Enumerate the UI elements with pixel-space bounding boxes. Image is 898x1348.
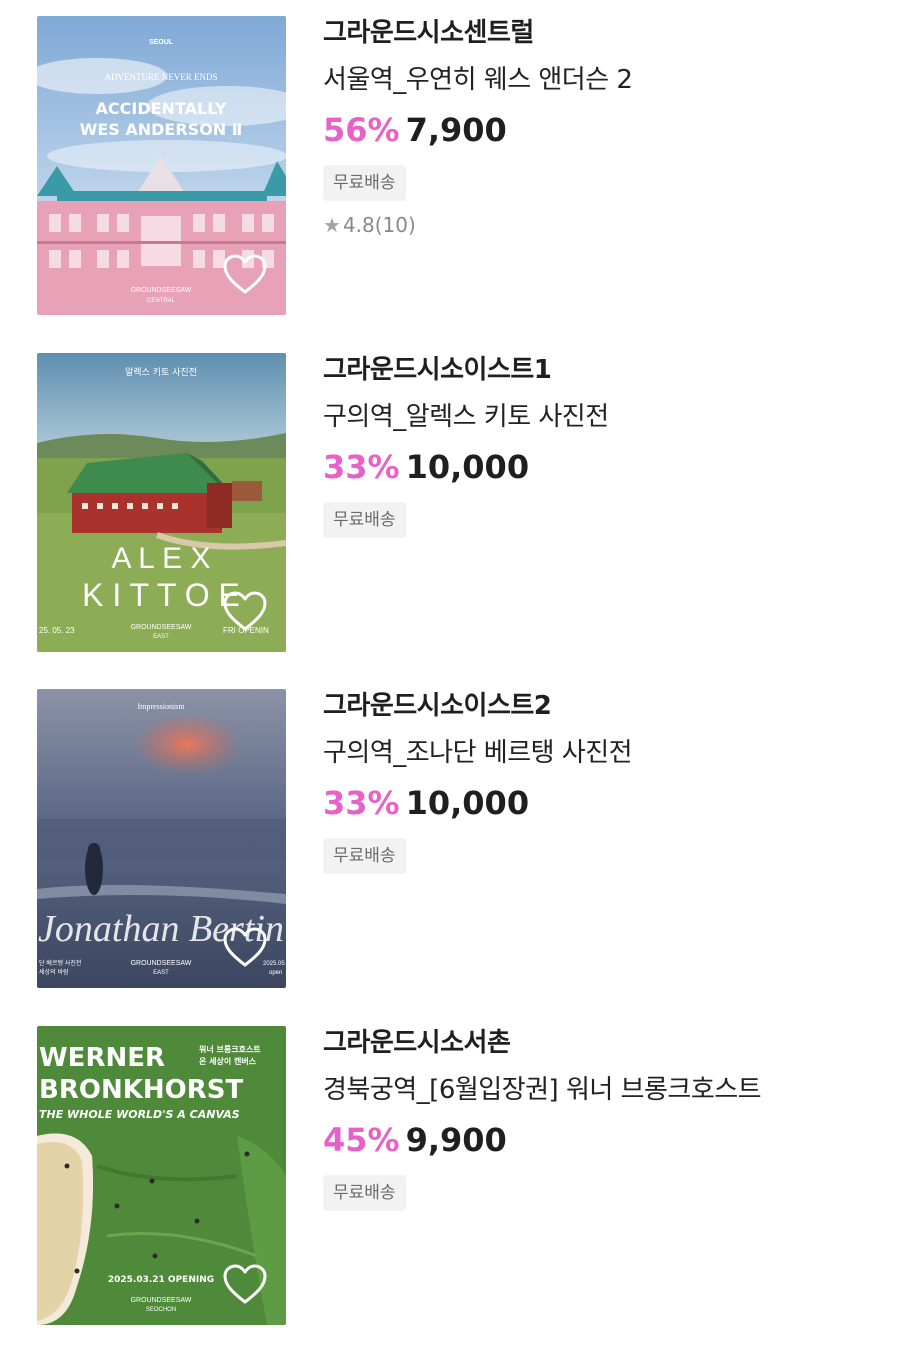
poster-left-line2: 세상의 바람 bbox=[39, 968, 69, 976]
heart-icon[interactable] bbox=[222, 253, 268, 295]
heart-icon[interactable] bbox=[222, 590, 268, 632]
product-title[interactable]: 구의역_조나단 베르탱 사진전 bbox=[323, 736, 883, 770]
product-item[interactable]: WERNER 워너 브롱크호스트 온 세상이 캔버스 BRONKHORST TH… bbox=[0, 1010, 898, 1325]
poster-title-line1: WERNER bbox=[39, 1043, 165, 1073]
discount-rate: 45% bbox=[323, 1121, 400, 1159]
poster-venue-sub: EAST bbox=[153, 970, 169, 976]
sale-price: 10,000 bbox=[405, 784, 530, 822]
poster-top-label: Impressionism bbox=[137, 702, 185, 711]
free-shipping-badge: 무료배송 bbox=[323, 1175, 406, 1211]
product-info: 그라운드시소이스트1 구의역_알렉스 키토 사진전 33% 10,000 무료배송 bbox=[323, 353, 883, 538]
poster-title-line1: ACCIDENTALLY bbox=[96, 99, 227, 118]
poster-date: 25. 05. 23 bbox=[39, 626, 75, 635]
rating-score: 4.8 bbox=[342, 213, 375, 237]
product-title[interactable]: 구의역_알렉스 키토 사진전 bbox=[323, 400, 883, 434]
discount-rate: 33% bbox=[323, 448, 400, 486]
poster-venue: GROUNDSEESAW bbox=[131, 624, 192, 631]
product-thumbnail[interactable]: WERNER 워너 브롱크호스트 온 세상이 캔버스 BRONKHORST TH… bbox=[37, 1026, 286, 1325]
product-title[interactable]: 경북궁역_[6월입장권] 워너 브롱크호스트 bbox=[323, 1073, 883, 1107]
sale-price: 7,900 bbox=[405, 111, 507, 149]
free-shipping-badge: 무료배송 bbox=[323, 838, 406, 874]
poster-venue-sub: SEOCHON bbox=[146, 1307, 176, 1313]
rating: ★ 4.8(10) bbox=[323, 211, 883, 239]
review-count: (10) bbox=[374, 213, 416, 237]
discount-rate: 56% bbox=[323, 111, 400, 149]
product-thumbnail[interactable]: 알렉스 키토 사진전 A L E X K I T T O E 25. 05. 2… bbox=[37, 353, 286, 652]
free-shipping-badge: 무료배송 bbox=[323, 165, 406, 201]
discount-rate: 33% bbox=[323, 784, 400, 822]
product-thumbnail[interactable]: Impressionism Jonathan Bertin 단 베르탱 사진전 … bbox=[37, 689, 286, 988]
poster-subtitle: THE WHOLE WORLD'S A CANVAS bbox=[39, 1108, 240, 1121]
poster-ko-line2: 온 세상이 캔버스 bbox=[199, 1056, 257, 1066]
poster-title-line2: K I T T O E bbox=[82, 577, 240, 613]
sale-price: 10,000 bbox=[405, 448, 530, 486]
product-thumbnail[interactable]: SEOUL ADVENTURE NEVER ENDS ACCIDENTALLY … bbox=[37, 16, 286, 315]
seller-name: 그라운드시소센트럴 bbox=[323, 18, 534, 48]
poster-venue-sub: EAST bbox=[153, 634, 169, 640]
free-shipping-badge: 무료배송 bbox=[323, 502, 406, 538]
product-info: 그라운드시소센트럴 서울역_우연히 웨스 앤더슨 2 56% 7,900 무료배송… bbox=[323, 16, 883, 239]
product-item[interactable]: Impressionism Jonathan Bertin 단 베르탱 사진전 … bbox=[0, 673, 898, 988]
poster-title-line2: WES ANDERSON Ⅱ bbox=[80, 120, 243, 139]
poster-venue-sub: CENTRAL bbox=[147, 298, 176, 304]
product-item[interactable]: 알렉스 키토 사진전 A L E X K I T T O E 25. 05. 2… bbox=[0, 337, 898, 652]
poster-top-label: SEOUL bbox=[149, 39, 174, 46]
poster-title-line1: A L E X bbox=[112, 542, 211, 575]
poster-left-line1: 단 베르탱 사진전 bbox=[39, 959, 81, 967]
poster-ko-line1: 워너 브롱크호스트 bbox=[199, 1044, 261, 1054]
poster-top-label: 알렉스 키토 사진전 bbox=[125, 367, 197, 378]
poster-venue: GROUNDSEESAW bbox=[131, 1297, 192, 1304]
poster-title-line2: BRONKHORST bbox=[39, 1075, 243, 1105]
poster-venue: GROUNDSEESAW bbox=[131, 960, 192, 967]
star-icon: ★ bbox=[323, 213, 341, 237]
seller-name: 그라운드시소이스트2 bbox=[323, 691, 552, 721]
price-row: 45% 9,900 bbox=[323, 1120, 883, 1160]
heart-icon[interactable] bbox=[222, 1263, 268, 1305]
sale-price: 9,900 bbox=[405, 1121, 507, 1159]
poster-arc-text: ADVENTURE NEVER ENDS bbox=[105, 72, 218, 82]
poster-venue: GROUNDSEESAW bbox=[131, 287, 192, 294]
seller-name: 그라운드시소이스트1 bbox=[323, 355, 552, 385]
product-item[interactable]: SEOUL ADVENTURE NEVER ENDS ACCIDENTALLY … bbox=[0, 0, 898, 315]
poster-right-line2: open bbox=[269, 970, 282, 976]
poster-opening: 2025.03.21 OPENING bbox=[108, 1275, 214, 1285]
product-title[interactable]: 서울역_우연히 웨스 앤더슨 2 bbox=[323, 63, 883, 97]
product-list: SEOUL ADVENTURE NEVER ENDS ACCIDENTALLY … bbox=[0, 0, 898, 1348]
product-info: 그라운드시소이스트2 구의역_조나단 베르탱 사진전 33% 10,000 무료배… bbox=[323, 689, 883, 874]
product-info: 그라운드시소서촌 경북궁역_[6월입장권] 워너 브롱크호스트 45% 9,900… bbox=[323, 1026, 883, 1211]
heart-icon[interactable] bbox=[222, 926, 268, 968]
price-row: 33% 10,000 bbox=[323, 783, 883, 823]
price-row: 33% 10,000 bbox=[323, 447, 883, 487]
seller-name: 그라운드시소서촌 bbox=[323, 1028, 511, 1058]
price-row: 56% 7,900 bbox=[323, 110, 883, 150]
